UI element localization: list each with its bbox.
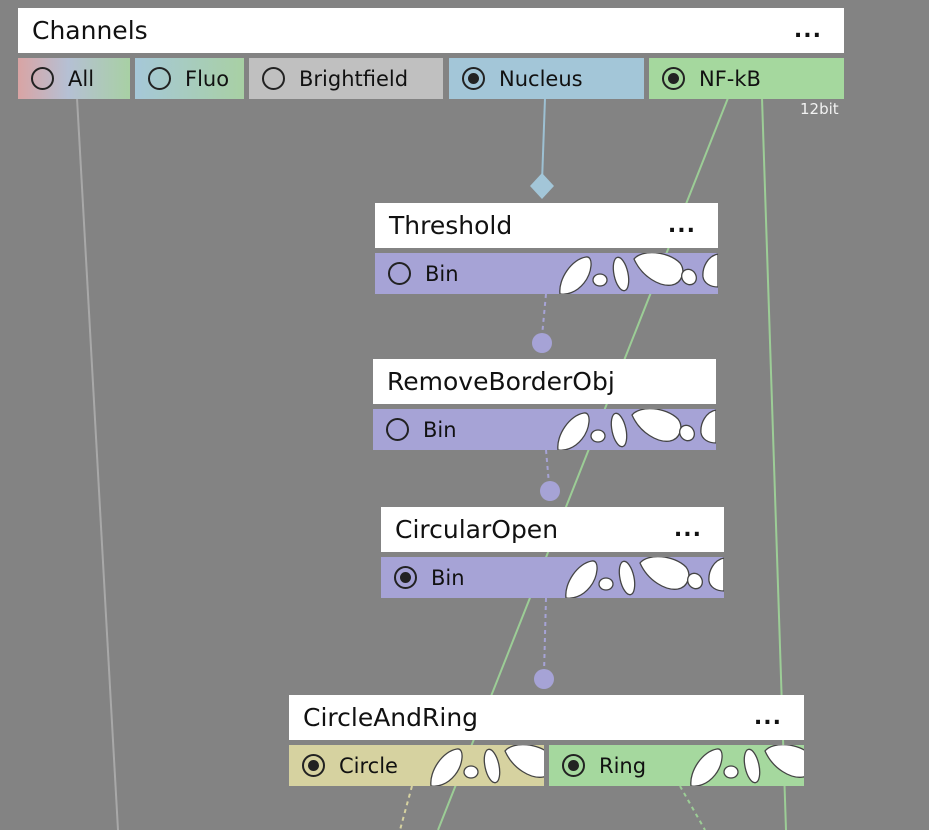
channel-tab-brightfield[interactable]: Brightfield (249, 58, 443, 99)
radio-unselected-icon[interactable] (388, 262, 411, 285)
port-label: Circle (339, 753, 398, 778)
threshold-node: Threshold ... Bin (375, 203, 718, 294)
circlering-header[interactable]: CircleAndRing ... (289, 695, 804, 740)
binary-thumbnail-icon (564, 557, 724, 598)
removeborder-to-circularopen-wire (545, 449, 550, 485)
channel-tab-label: Fluo (185, 66, 230, 91)
threshold-menu-button[interactable]: ... (660, 213, 704, 238)
channels-menu-button[interactable]: ... (786, 18, 830, 43)
nucleus-to-threshold-wire (541, 97, 546, 183)
circularopen-menu-button[interactable]: ... (666, 517, 710, 542)
port-label: Bin (425, 261, 459, 286)
channel-tab-label: Nucleus (499, 66, 583, 91)
circularopen-bin-port[interactable]: Bin (381, 557, 724, 598)
threshold-header[interactable]: Threshold ... (375, 203, 718, 248)
binary-thumbnail-icon (556, 409, 716, 450)
channels-node: Channels ... All Fluo Brightfield Nucleu… (18, 8, 844, 99)
channel-tab-label: Brightfield (299, 66, 409, 91)
circlering-node: CircleAndRing ... Circle Ring (289, 695, 804, 786)
channels-title: Channels (32, 16, 148, 45)
circle-output-wire (399, 785, 413, 830)
radio-selected-icon[interactable] (662, 67, 685, 90)
channel-tab-label: All (68, 66, 95, 91)
threshold-input-connector[interactable] (530, 173, 554, 199)
circlering-ring-port[interactable]: Ring (549, 745, 804, 786)
binary-thumbnail-icon (558, 253, 718, 294)
threshold-to-removeborder-wire (541, 293, 547, 337)
channel-tabs: All Fluo Brightfield Nucleus NF-kB (18, 58, 844, 99)
channel-tab-nucleus[interactable]: Nucleus (449, 58, 644, 99)
radio-unselected-icon[interactable] (148, 67, 171, 90)
binary-thumbnail-icon (430, 745, 544, 786)
threshold-title: Threshold (389, 211, 513, 240)
circularopen-node: CircularOpen ... Bin (381, 507, 724, 598)
removeborder-title: RemoveBorderObj (387, 367, 615, 396)
radio-selected-icon[interactable] (562, 754, 585, 777)
removeborder-node: RemoveBorderObj Bin (373, 359, 716, 450)
channel-tab-label: NF-kB (699, 66, 761, 91)
circlering-circle-port[interactable]: Circle (289, 745, 544, 786)
radio-selected-icon[interactable] (394, 566, 417, 589)
all-channel-wire (76, 97, 119, 830)
channels-header[interactable]: Channels ... (18, 8, 844, 53)
radio-selected-icon[interactable] (462, 67, 485, 90)
radio-unselected-icon[interactable] (386, 418, 409, 441)
circlering-input-connector[interactable] (534, 669, 554, 689)
threshold-bin-port[interactable]: Bin (375, 253, 718, 294)
radio-selected-icon[interactable] (302, 754, 325, 777)
ring-output-wire (679, 785, 706, 830)
binary-thumbnail-icon (690, 745, 804, 786)
removeborder-bin-port[interactable]: Bin (373, 409, 716, 450)
channel-tab-all[interactable]: All (18, 58, 130, 99)
port-label: Bin (423, 417, 457, 442)
bit-depth-label: 12bit (800, 100, 839, 118)
channel-tab-nfkb[interactable]: NF-kB (649, 58, 844, 99)
removeborder-header[interactable]: RemoveBorderObj (373, 359, 716, 404)
port-label: Ring (599, 753, 647, 778)
radio-unselected-icon[interactable] (31, 67, 54, 90)
circularopen-header[interactable]: CircularOpen ... (381, 507, 724, 552)
radio-unselected-icon[interactable] (262, 67, 285, 90)
circularopen-title: CircularOpen (395, 515, 559, 544)
removeborder-input-connector[interactable] (532, 333, 552, 353)
channel-tab-fluo[interactable]: Fluo (135, 58, 244, 99)
port-label: Bin (431, 565, 465, 590)
circlering-menu-button[interactable]: ... (746, 705, 790, 730)
circlering-title: CircleAndRing (303, 703, 479, 732)
circularopen-to-circlering-wire (543, 597, 547, 674)
circularopen-input-connector[interactable] (540, 481, 560, 501)
